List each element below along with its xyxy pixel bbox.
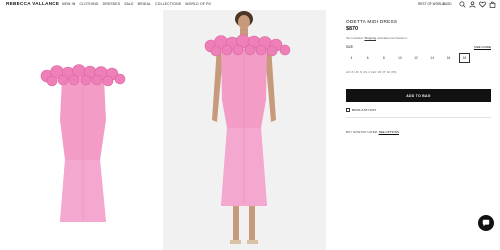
size-option-10[interactable]: 10 (394, 53, 405, 63)
chat-button[interactable] (478, 215, 494, 231)
site-header: REBECCA VALLANCE NEW IN CLOTHING DRESSES… (0, 0, 500, 10)
main-nav: NEW IN CLOTHING DRESSES SALE BRIDAL COLL… (62, 2, 211, 6)
size-option-16[interactable]: 16 (443, 53, 454, 63)
size-option-18-selected[interactable]: 18 (458, 53, 470, 63)
size-option-8[interactable]: 8 (378, 53, 389, 63)
chat-bubble-icon (482, 219, 490, 227)
book-stylist-checkbox[interactable] (346, 108, 350, 112)
nav-dresses[interactable]: DRESSES (103, 2, 121, 6)
nav-world-of-rv[interactable]: WORLD OF RV (185, 2, 211, 6)
size-selector: 4 6 8 10 12 14 16 18 (346, 53, 470, 63)
size-label: SIZE (346, 45, 354, 49)
size-guide-link[interactable]: SIZE GUIDE (474, 45, 491, 49)
nav-clothing[interactable]: CLOTHING (79, 2, 98, 6)
header-icons (459, 0, 496, 8)
tax-note: Tax included. Shipping calculated at che… (346, 36, 407, 40)
book-stylist-option[interactable]: BOOK A STYLIST (346, 108, 376, 112)
product-title: ODETTA MIDI DRESS (346, 19, 398, 24)
divider (346, 117, 491, 118)
book-stylist-label[interactable]: BOOK A STYLIST (352, 108, 376, 112)
add-to-bag-button[interactable]: ADD TO BAG (346, 89, 491, 102)
brand-logo[interactable]: REBECCA VALLANCE (6, 1, 59, 6)
bag-icon[interactable] (489, 1, 496, 8)
dress-flat-illustration (40, 64, 126, 222)
account-icon[interactable] (469, 1, 476, 8)
size-conversion-text: AU: 8, UK: 8, US: 4 | EU: 36 | IT: 40 (X… (346, 70, 397, 74)
size-option-4[interactable]: 4 (346, 53, 357, 63)
currency-selector[interactable]: $USD (443, 2, 452, 6)
product-image-model[interactable] (163, 10, 326, 250)
size-option-14[interactable]: 14 (427, 53, 438, 63)
product-price: $870 (346, 26, 358, 32)
tax-prefix: Tax included. (346, 36, 365, 40)
search-icon[interactable] (459, 1, 466, 8)
region-selector[interactable]: REST OF WORLD (418, 2, 445, 6)
nav-sale[interactable]: SALE (124, 2, 133, 6)
pay-later-note: BUY NOW PAY LATER. SEE OPTIONS (346, 130, 399, 134)
size-option-6[interactable]: 6 (362, 53, 373, 63)
tax-suffix: calculated at checkout. (376, 36, 408, 40)
nav-bridal[interactable]: BRIDAL (138, 2, 151, 6)
pay-later-prefix: BUY NOW PAY LATER. (346, 130, 379, 134)
nav-new-in[interactable]: NEW IN (62, 2, 75, 6)
model-illustration (163, 10, 326, 250)
wishlist-icon[interactable] (479, 1, 486, 8)
nav-collections[interactable]: COLLECTIONS (155, 2, 181, 6)
see-options-link[interactable]: SEE OPTIONS (379, 130, 399, 134)
product-image-flat[interactable] (0, 10, 160, 250)
size-option-12[interactable]: 12 (411, 53, 422, 63)
shipping-link[interactable]: Shipping (364, 36, 376, 40)
